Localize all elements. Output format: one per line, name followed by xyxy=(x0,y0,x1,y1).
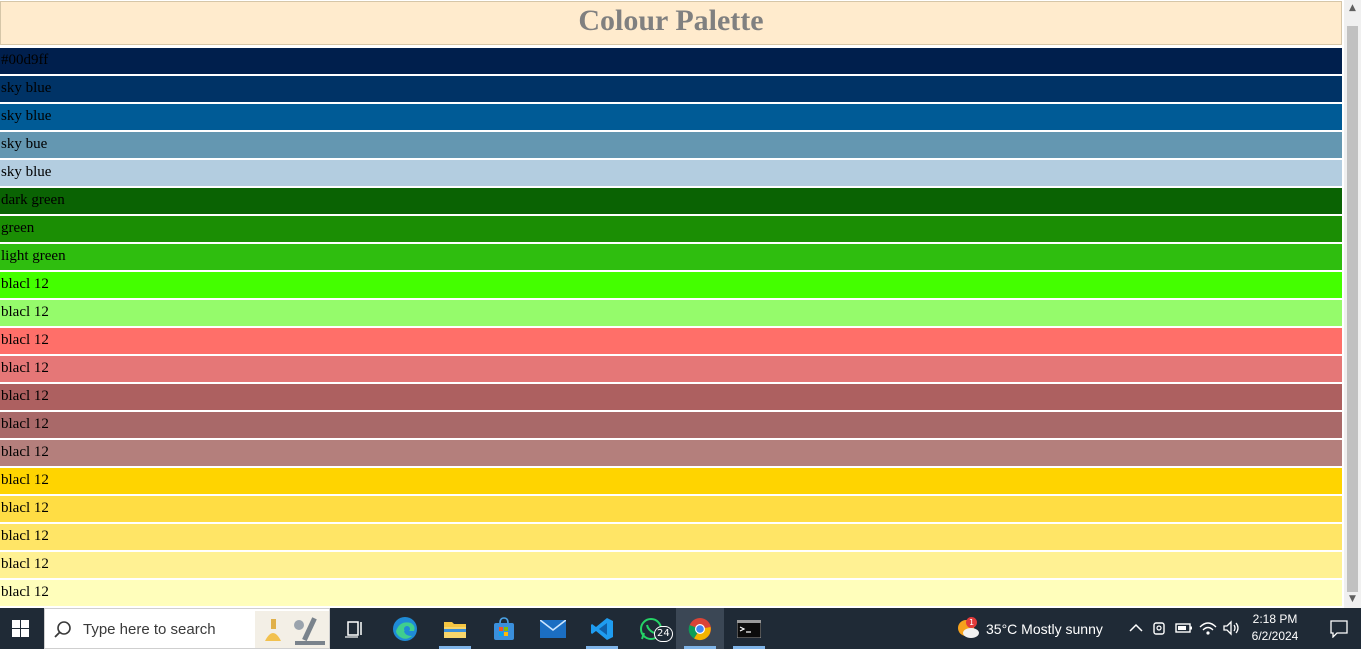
chevron-up-icon[interactable] xyxy=(1126,618,1146,638)
color-swatch: green xyxy=(0,216,1342,242)
swatch-label: blacl 12 xyxy=(1,528,49,544)
system-clock[interactable]: 2:18 PM 6/2/2024 xyxy=(1242,611,1308,645)
taskbar-app-mail[interactable] xyxy=(529,608,577,649)
color-swatch: dark green xyxy=(0,188,1342,214)
swatch-list: #00d9ff sky blue sky blue sky bue sky blue da… xyxy=(0,48,1342,608)
volume-icon[interactable] xyxy=(1221,618,1241,638)
page-title: Colour Palette xyxy=(578,4,764,37)
taskbar-app-vscode[interactable] xyxy=(578,608,626,649)
color-swatch: blacl 12 xyxy=(0,384,1342,410)
swatch-label: blacl 12 xyxy=(1,584,49,600)
swatch-label: green xyxy=(1,220,35,236)
taskbar-app-whatsapp[interactable]: 24 xyxy=(627,608,675,649)
swatch-label: #00d9ff xyxy=(1,52,49,68)
swatch-label: dark green xyxy=(1,192,65,208)
taskbar-app-chrome[interactable] xyxy=(676,608,724,649)
swatch-label: blacl 12 xyxy=(1,416,49,432)
browser-page: Colour Palette #00d9ff sky blue sky blue sk… xyxy=(0,0,1344,608)
task-view-button[interactable] xyxy=(331,608,379,649)
task-view-icon xyxy=(345,620,362,638)
color-swatch: blacl 12 xyxy=(0,552,1342,578)
windows-taskbar: Type here to search 24 1 35°C Mostly sun… xyxy=(0,608,1361,649)
color-swatch: blacl 12 xyxy=(0,580,1342,606)
notification-badge: 24 xyxy=(654,626,673,642)
color-swatch: blacl 12 xyxy=(0,300,1342,326)
taskbar-app-edge[interactable] xyxy=(381,608,429,649)
clock-time: 2:18 PM xyxy=(1252,612,1298,626)
swatch-label: sky blue xyxy=(1,80,52,96)
color-swatch: blacl 12 xyxy=(0,356,1342,382)
color-swatch: sky blue xyxy=(0,160,1342,186)
taskbar-search-box[interactable]: Type here to search xyxy=(44,608,330,649)
wifi-icon[interactable] xyxy=(1198,618,1218,638)
terminal-icon xyxy=(737,619,761,638)
weather-alert-badge: 1 xyxy=(966,617,977,628)
swatch-label: blacl 12 xyxy=(1,388,49,404)
color-swatch: blacl 12 xyxy=(0,440,1342,466)
edge-icon xyxy=(393,616,417,641)
color-swatch: blacl 12 xyxy=(0,328,1342,354)
swatch-label: blacl 12 xyxy=(1,332,49,348)
taskbar-app-file-explorer[interactable] xyxy=(431,608,479,649)
swatch-label: blacl 12 xyxy=(1,276,49,292)
color-swatch: blacl 12 xyxy=(0,468,1342,494)
color-swatch: blacl 12 xyxy=(0,496,1342,522)
swatch-label: light green xyxy=(1,248,66,264)
swatch-label: sky blue xyxy=(1,108,52,124)
store-bag-icon xyxy=(494,616,514,640)
notification-center-button[interactable] xyxy=(1316,608,1361,649)
chrome-icon xyxy=(688,617,711,640)
vertical-scrollbar[interactable]: ▲ ▼ xyxy=(1344,0,1361,608)
meet-now-icon[interactable] xyxy=(1150,618,1170,638)
taskbar-app-store[interactable] xyxy=(480,608,528,649)
windows-logo-icon xyxy=(11,620,29,637)
color-swatch: blacl 12 xyxy=(0,524,1342,550)
vscode-icon xyxy=(591,617,613,640)
swatch-label: blacl 12 xyxy=(1,304,49,320)
color-swatch: sky blue xyxy=(0,76,1342,102)
color-swatch: sky blue xyxy=(0,104,1342,130)
color-swatch: sky bue xyxy=(0,132,1342,158)
search-icon xyxy=(54,621,71,638)
scroll-thumb[interactable] xyxy=(1347,26,1358,592)
folder-icon xyxy=(444,621,466,638)
scroll-down-arrow-icon[interactable]: ▼ xyxy=(1344,591,1361,608)
start-button[interactable] xyxy=(0,608,40,649)
mail-icon xyxy=(540,619,566,638)
battery-icon[interactable] xyxy=(1174,618,1194,638)
swatch-label: sky bue xyxy=(1,136,48,152)
color-swatch: light green xyxy=(0,244,1342,270)
taskbar-app-terminal[interactable] xyxy=(725,608,773,649)
weather-text: 35°C Mostly sunny xyxy=(986,621,1103,637)
swatch-label: blacl 12 xyxy=(1,472,49,488)
swatch-label: blacl 12 xyxy=(1,556,49,572)
notification-icon xyxy=(1329,619,1348,638)
clock-date: 6/2/2024 xyxy=(1251,629,1299,643)
color-swatch: blacl 12 xyxy=(0,412,1342,438)
swatch-label: blacl 12 xyxy=(1,360,49,376)
color-swatch: blacl 12 xyxy=(0,272,1342,298)
page-header: Colour Palette xyxy=(0,1,1342,45)
search-placeholder: Type here to search xyxy=(83,621,216,638)
weather-widget[interactable]: 1 35°C Mostly sunny xyxy=(952,608,1122,649)
scroll-up-arrow-icon[interactable]: ▲ xyxy=(1344,0,1361,17)
search-highlight-science-icon xyxy=(255,611,329,648)
swatch-label: sky blue xyxy=(1,164,52,180)
swatch-label: blacl 12 xyxy=(1,444,49,460)
color-swatch: #00d9ff xyxy=(0,48,1342,74)
swatch-label: blacl 12 xyxy=(1,500,49,516)
